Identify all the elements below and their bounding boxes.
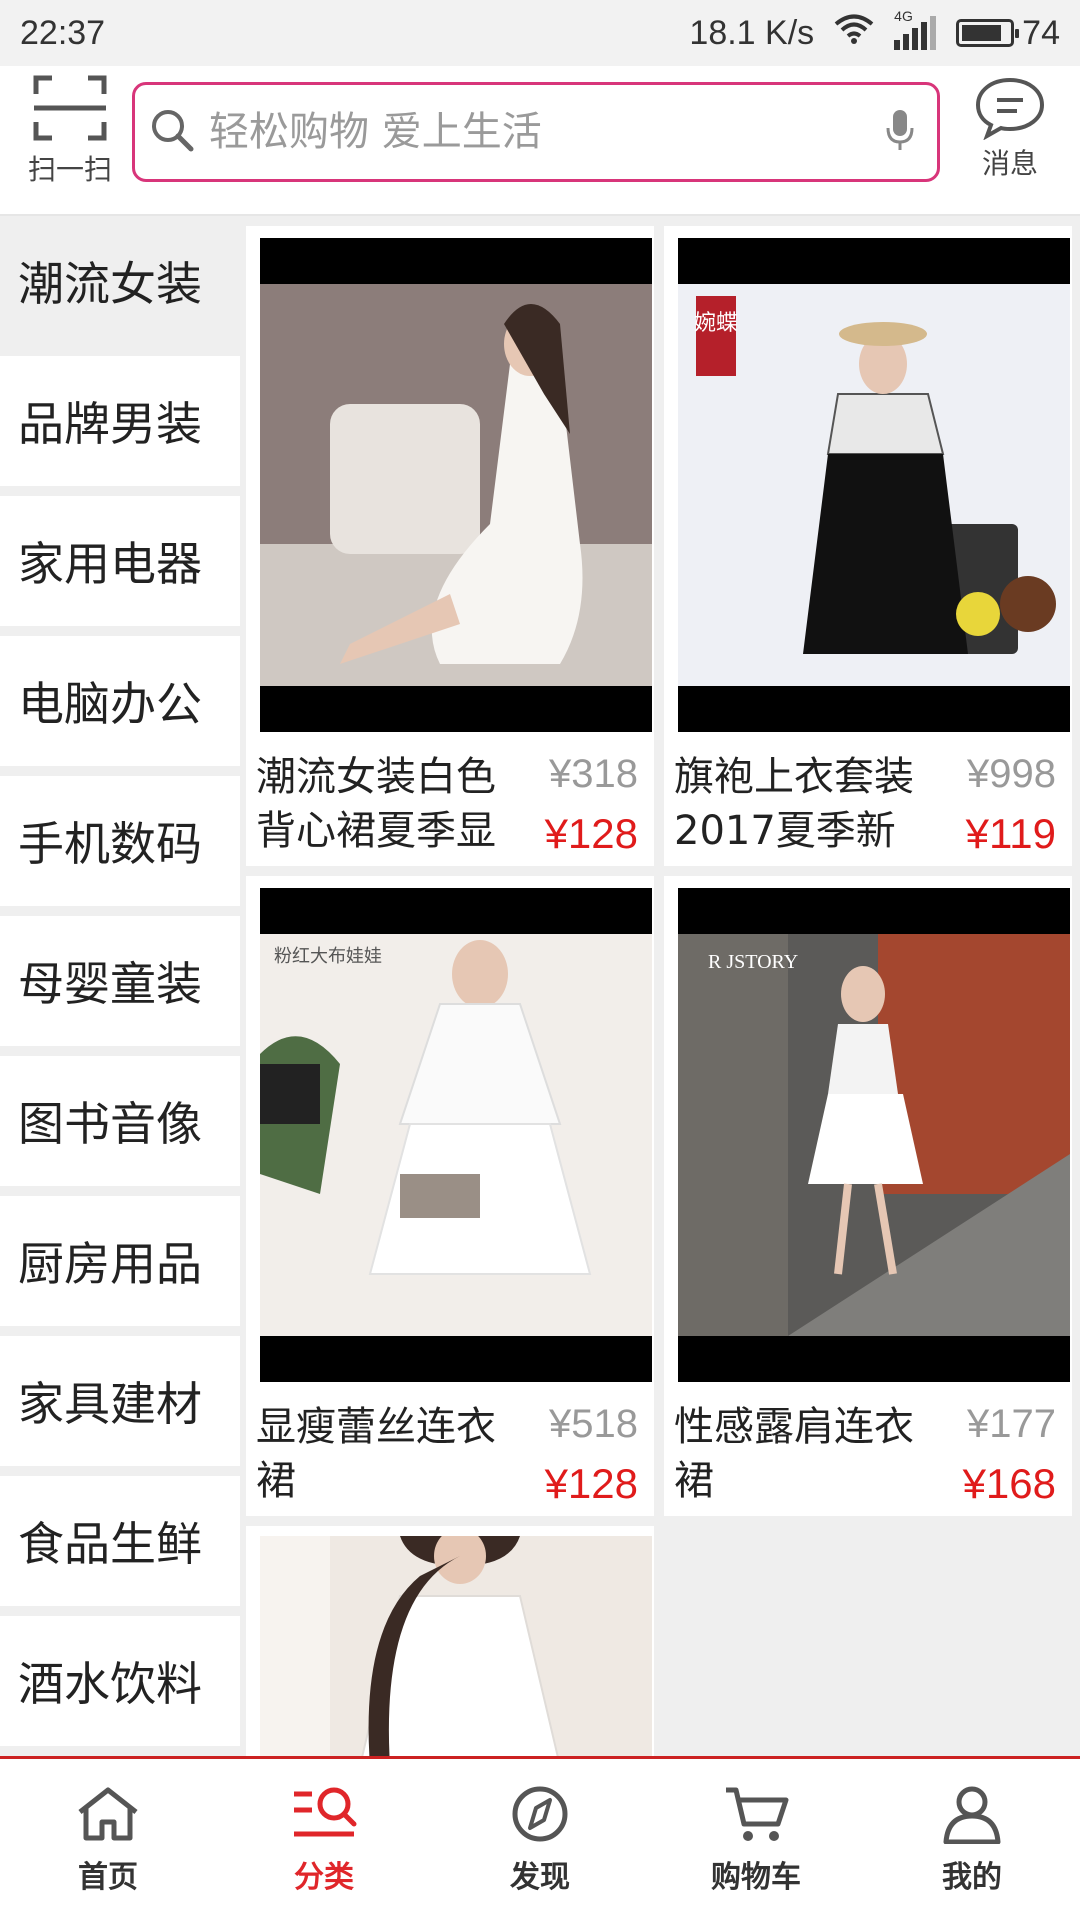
product-title: 性感露肩连衣裙 — [674, 1404, 914, 1504]
product-image: 粉红大布娃娃 — [260, 888, 652, 1382]
category-item-kitchen[interactable]: 厨房用品 — [0, 1196, 240, 1326]
category-label: 潮流女装 — [18, 257, 202, 311]
battery-icon — [956, 19, 1020, 47]
nav-cart[interactable]: 购物车 — [648, 1759, 864, 1920]
message-button[interactable]: 消息 — [958, 74, 1062, 182]
battery-level: 74 — [1022, 13, 1060, 52]
category-item-fresh-food[interactable]: 食品生鲜 — [0, 1476, 240, 1606]
product-title: 潮流女装白色背心裙夏季显 — [256, 754, 496, 854]
category-item-appliances[interactable]: 家用电器 — [0, 496, 240, 626]
category-label: 图书音像 — [18, 1097, 202, 1151]
nav-label: 购物车 — [711, 1859, 801, 1895]
category-label: 电脑办公 — [18, 677, 202, 731]
home-icon — [74, 1784, 142, 1848]
category-label: 手机数码 — [18, 817, 202, 871]
brand-watermark-text: R JSTORY — [708, 951, 798, 973]
product-grid: 潮流女装白色背心裙夏季显 ¥318 ¥128 婉蝶 旗袍上衣套装2017夏季新 … — [240, 216, 1080, 1756]
microphone-icon[interactable] — [885, 108, 915, 156]
product-price: ¥119 — [965, 810, 1056, 857]
product-image: R JSTORY — [678, 888, 1070, 1382]
product-image: 婉蝶 — [678, 238, 1070, 732]
product-original-price: ¥177 — [967, 1402, 1056, 1446]
product-title: 旗袍上衣套装2017夏季新 — [674, 754, 914, 854]
category-label: 家具建材 — [18, 1377, 202, 1431]
category-item-baby[interactable]: 母婴童装 — [0, 916, 240, 1046]
category-label: 酒水饮料 — [18, 1657, 202, 1711]
nav-label: 首页 — [78, 1859, 138, 1895]
nav-label: 分类 — [294, 1859, 354, 1895]
nav-label: 我的 — [942, 1859, 1002, 1895]
product-original-price: ¥518 — [549, 1402, 638, 1446]
scan-icon — [18, 72, 122, 144]
brand-stamp-text: 婉蝶 — [694, 311, 738, 336]
network-speed: 18.1 K/s — [689, 13, 815, 52]
top-header: 扫一扫 消息 — [0, 66, 1080, 216]
category-label: 家用电器 — [18, 537, 202, 591]
nav-home[interactable]: 首页 — [0, 1759, 216, 1920]
user-icon — [938, 1784, 1006, 1848]
category-sidebar: 潮流女装 品牌男装 家用电器 电脑办公 手机数码 母婴童装 图书音像 厨房用品 … — [0, 216, 240, 1756]
nav-profile[interactable]: 我的 — [864, 1759, 1080, 1920]
category-item-furniture[interactable]: 家具建材 — [0, 1336, 240, 1466]
product-title: 显瘦蕾丝连衣裙 — [256, 1404, 496, 1504]
product-price: ¥128 — [544, 1460, 638, 1507]
product-image — [260, 238, 652, 732]
category-label: 厨房用品 — [18, 1237, 202, 1291]
nav-category[interactable]: 分类 — [216, 1759, 432, 1920]
product-card[interactable]: 潮流女装白色背心裙夏季显 ¥318 ¥128 — [246, 226, 654, 866]
search-icon — [149, 107, 195, 157]
category-item-womens-fashion[interactable]: 潮流女装 — [0, 216, 240, 346]
product-image — [260, 1536, 652, 1756]
scan-button[interactable]: 扫一扫 — [18, 72, 122, 188]
message-label: 消息 — [981, 147, 1038, 180]
status-bar: 22:37 18.1 K/s 4G 74 — [0, 0, 1080, 66]
brand-watermark-text: 粉红大布娃娃 — [274, 946, 382, 967]
nav-label: 发现 — [510, 1859, 570, 1895]
category-label: 品牌男装 — [18, 397, 202, 451]
bottom-navigation: 首页 分类 发现 购物车 我的 — [0, 1756, 1080, 1920]
category-label: 母婴童装 — [18, 957, 202, 1011]
message-icon — [958, 74, 1062, 140]
product-card[interactable] — [246, 1526, 654, 1756]
category-item-books[interactable]: 图书音像 — [0, 1056, 240, 1186]
network-type: 4G — [894, 8, 913, 24]
product-original-price: ¥998 — [967, 752, 1056, 796]
battery-indicator: 74 — [956, 14, 1060, 53]
category-item-mens-fashion[interactable]: 品牌男装 — [0, 356, 240, 486]
scan-label: 扫一扫 — [27, 153, 112, 186]
category-item-phones[interactable]: 手机数码 — [0, 776, 240, 906]
product-card[interactable]: 粉红大布娃娃 显瘦蕾丝连衣裙 ¥518 ¥128 — [246, 876, 654, 1516]
wifi-icon — [834, 13, 874, 54]
product-original-price: ¥318 — [549, 752, 638, 796]
category-item-drinks[interactable]: 酒水饮料 — [0, 1616, 240, 1746]
category-label: 食品生鲜 — [18, 1517, 202, 1571]
nav-discover[interactable]: 发现 — [432, 1759, 648, 1920]
search-input[interactable] — [207, 108, 885, 156]
category-item-computers[interactable]: 电脑办公 — [0, 636, 240, 766]
cart-icon — [722, 1784, 790, 1848]
compass-icon — [506, 1784, 574, 1848]
product-price: ¥128 — [544, 810, 638, 857]
category-icon — [290, 1784, 358, 1848]
signal-icon: 4G — [894, 8, 937, 50]
product-card[interactable]: R JSTORY 性感露肩连衣裙 ¥177 ¥168 — [664, 876, 1072, 1516]
search-bar[interactable] — [132, 82, 940, 182]
status-time: 22:37 — [20, 13, 106, 52]
product-price: ¥168 — [962, 1460, 1056, 1507]
product-card[interactable]: 婉蝶 旗袍上衣套装2017夏季新 ¥998 ¥119 — [664, 226, 1072, 866]
